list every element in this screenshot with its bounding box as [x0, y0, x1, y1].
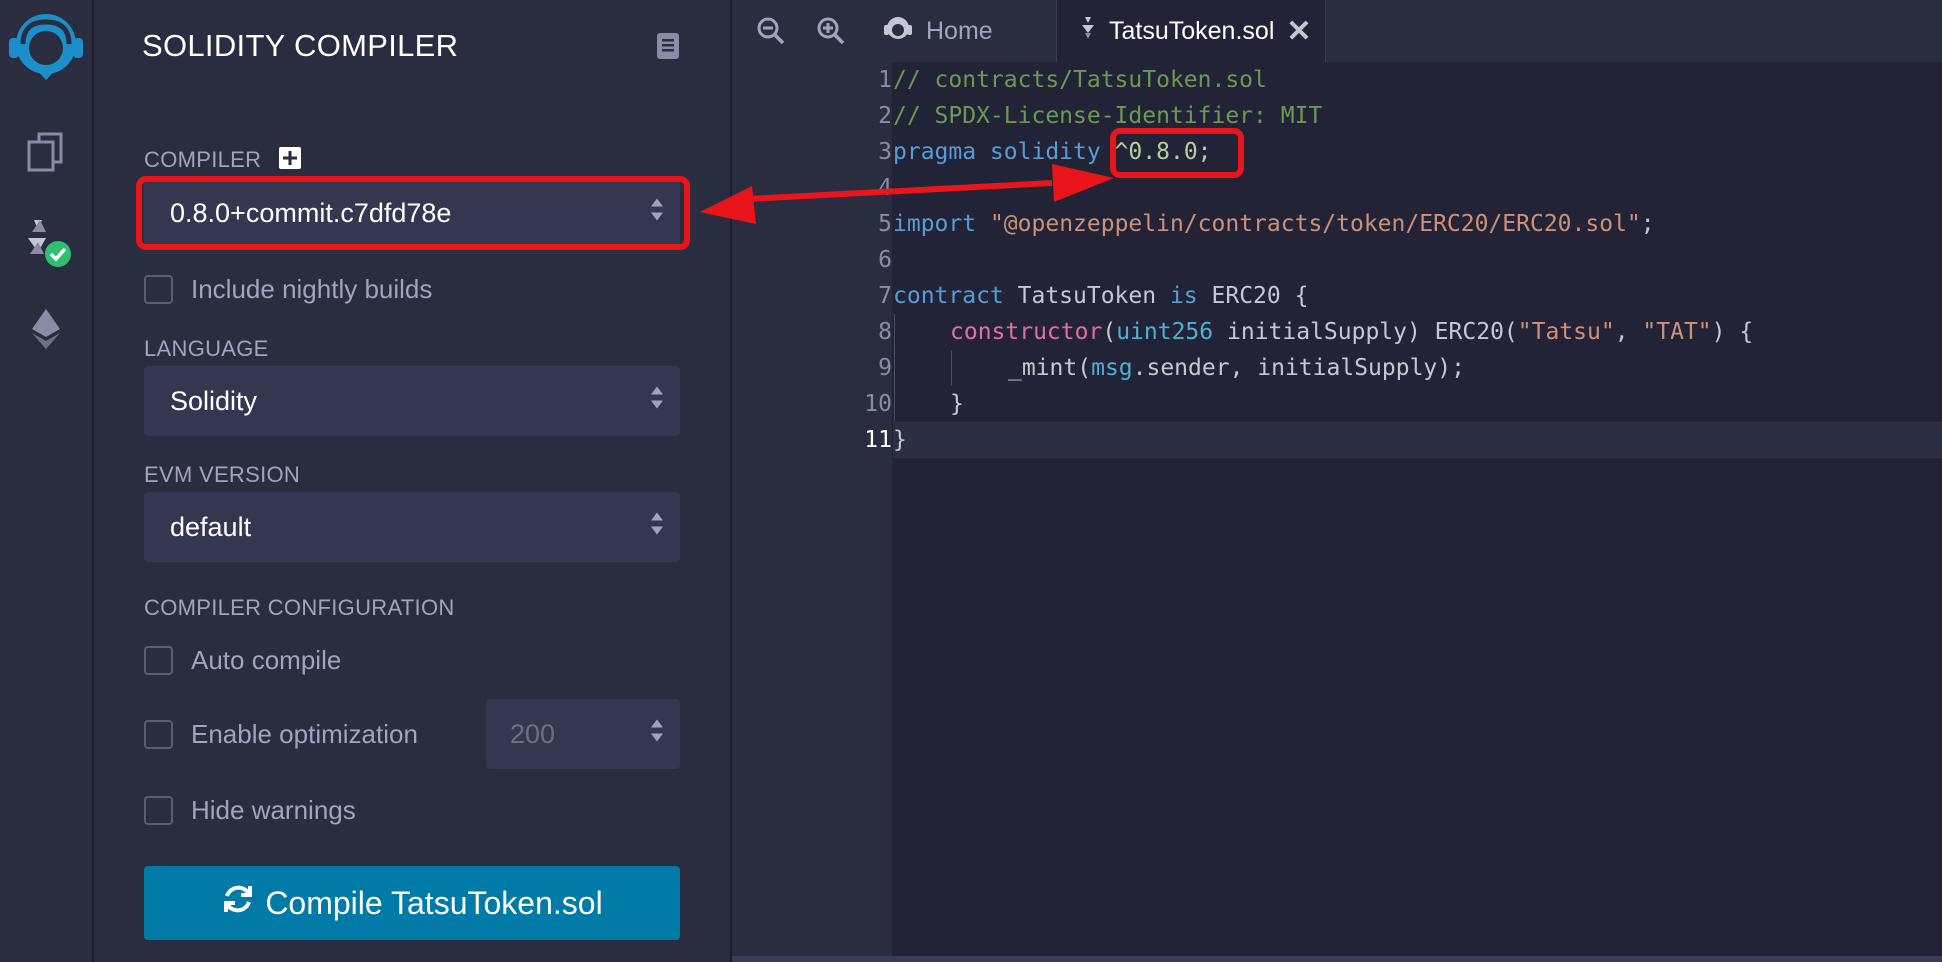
annotation-arrow: [700, 164, 1114, 224]
